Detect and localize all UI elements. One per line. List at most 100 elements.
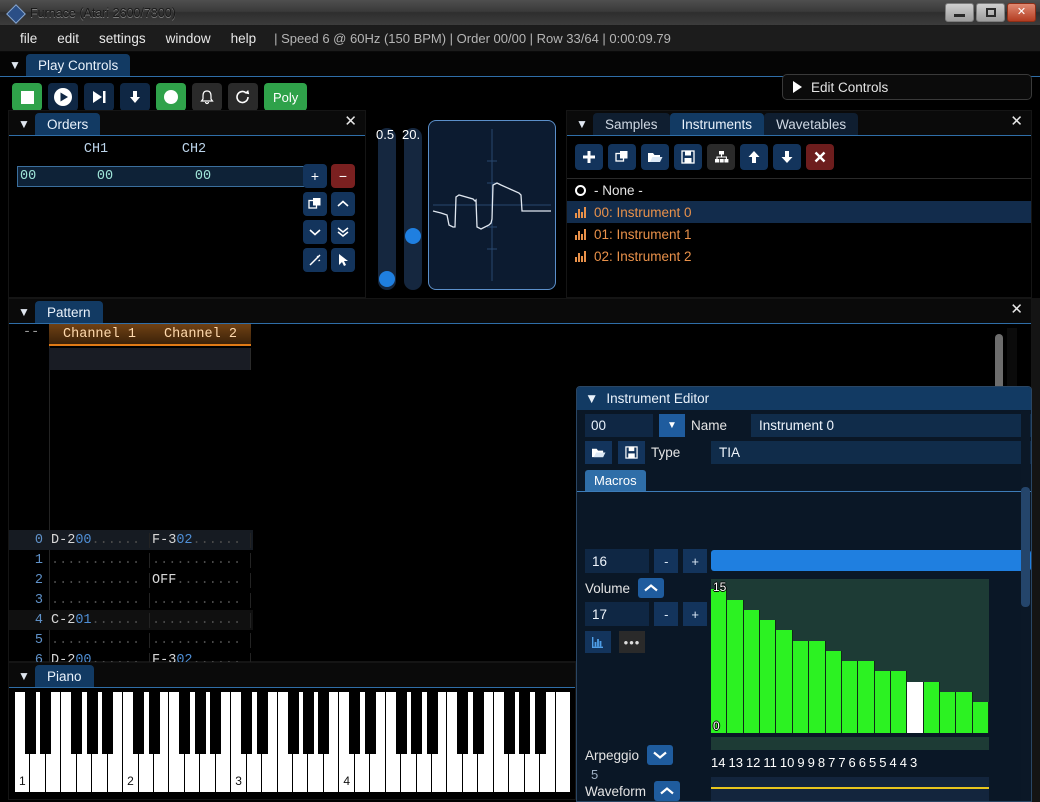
play-from-cursor-button[interactable]: [84, 83, 114, 111]
table-row[interactable]: 6 D-200...... F-302......: [9, 650, 253, 662]
volume-macro-chart[interactable]: 15 0: [711, 579, 990, 733]
macro-bar[interactable]: [841, 661, 859, 733]
stop-button[interactable]: [12, 83, 42, 111]
pattern-cell-ch1[interactable]: ...........: [49, 592, 150, 608]
open-instrument-button[interactable]: [585, 441, 612, 464]
pattern-cell-ch1[interactable]: D-200......: [49, 532, 150, 548]
instrument-type-value[interactable]: TIA: [711, 441, 1031, 464]
macro-bar[interactable]: [760, 620, 777, 733]
macro-bar[interactable]: [792, 640, 810, 733]
piano-black-key[interactable]: [179, 692, 191, 754]
list-item[interactable]: 01: Instrument 1: [567, 223, 1031, 245]
instrument-index-value[interactable]: 00: [585, 414, 653, 437]
piano-black-key[interactable]: [241, 692, 253, 754]
slider-knob[interactable]: [379, 271, 395, 287]
piano-black-key[interactable]: [86, 692, 98, 754]
piano-keyboard[interactable]: 1 2 3 4: [15, 692, 571, 792]
piano-black-key[interactable]: [210, 692, 222, 754]
step-one-row-button[interactable]: [120, 83, 150, 111]
piano-black-key[interactable]: [318, 692, 330, 754]
chevron-up-icon[interactable]: [638, 578, 665, 598]
add-order-button[interactable]: +: [303, 164, 327, 188]
select-order-button[interactable]: [331, 248, 355, 272]
oscilloscope-display[interactable]: [428, 120, 556, 290]
macro-bar[interactable]: [956, 691, 973, 733]
save-instrument-button[interactable]: [674, 144, 702, 170]
piano-black-key[interactable]: [256, 692, 268, 754]
menu-settings[interactable]: settings: [89, 28, 156, 49]
play-button[interactable]: [48, 83, 78, 111]
maximize-button[interactable]: [976, 3, 1005, 22]
pattern-cell-ch1[interactable]: C-201......: [49, 612, 150, 628]
add-instrument-button[interactable]: [575, 144, 603, 170]
menu-help[interactable]: help: [221, 28, 267, 49]
window-scrollbar[interactable]: [1032, 298, 1040, 802]
piano-black-key[interactable]: [472, 692, 484, 754]
move-instrument-down-button[interactable]: [773, 144, 801, 170]
collapse-icon[interactable]: ▼: [13, 665, 35, 687]
piano-black-key[interactable]: [411, 692, 423, 754]
collapse-icon[interactable]: ▼: [571, 113, 593, 135]
close-pattern-button[interactable]: ✕: [1010, 302, 1023, 318]
pattern-cell-ch1[interactable]: ...........: [49, 632, 150, 648]
collapse-icon[interactable]: ▼: [585, 391, 598, 406]
macro-bar[interactable]: [890, 671, 908, 733]
table-row[interactable]: 4 C-201...... ...........: [9, 610, 253, 630]
minimize-button[interactable]: [945, 3, 974, 22]
edit-controls-collapsed-panel[interactable]: Edit Controls: [782, 74, 1032, 100]
open-instrument-button[interactable]: [641, 144, 669, 170]
macro-bar[interactable]: [711, 589, 728, 733]
volume-slider-right[interactable]: 20.: [402, 127, 422, 290]
piano-black-key[interactable]: [534, 692, 546, 754]
collapse-icon[interactable]: ▼: [13, 301, 35, 323]
close-orders-button[interactable]: ✕: [344, 114, 357, 130]
change-order-button[interactable]: [303, 248, 327, 272]
piano-black-key[interactable]: [519, 692, 531, 754]
chevron-up-icon[interactable]: [654, 781, 681, 801]
close-window-button[interactable]: ✕: [1007, 3, 1036, 22]
piano-black-key[interactable]: [364, 692, 376, 754]
piano-black-key[interactable]: [302, 692, 314, 754]
macro-rows-decrement-button[interactable]: -: [654, 602, 679, 626]
table-row[interactable]: 3 ........... ...........: [9, 590, 253, 610]
macro-bar[interactable]: [776, 630, 793, 733]
macro-bar[interactable]: [727, 599, 744, 733]
piano-black-key[interactable]: [457, 692, 469, 754]
deep-clone-order-button[interactable]: [331, 220, 355, 244]
volume-slider-left[interactable]: 0.5: [376, 127, 396, 290]
channel-header-1[interactable]: Channel 1: [49, 324, 150, 346]
menu-window[interactable]: window: [156, 28, 221, 49]
metronome-button[interactable]: [192, 83, 222, 111]
instrument-name-input[interactable]: Instrument 0: [751, 414, 1031, 437]
poly-mono-button[interactable]: Poly: [264, 83, 308, 111]
instrument-editor-scrollbar-thumb[interactable]: [1021, 487, 1030, 607]
piano-black-key[interactable]: [148, 692, 160, 754]
macro-bar[interactable]: [907, 681, 924, 733]
pattern-cell-ch2[interactable]: ...........: [150, 612, 251, 628]
pattern-cell-ch2[interactable]: ...........: [150, 632, 251, 648]
chevron-down-icon[interactable]: [647, 745, 674, 765]
move-order-down-button[interactable]: [303, 220, 327, 244]
tab-macros[interactable]: Macros: [585, 470, 646, 491]
macro-bar[interactable]: [940, 691, 957, 733]
macro-length-decrement-button[interactable]: -: [654, 549, 679, 573]
piano-black-key[interactable]: [426, 692, 438, 754]
collapse-icon[interactable]: ▼: [13, 113, 35, 135]
piano-black-key[interactable]: [71, 692, 83, 754]
table-row[interactable]: 1 ........... ...........: [9, 550, 253, 570]
orders-row[interactable]: 00 00 00: [17, 166, 305, 187]
piano-black-key[interactable]: [102, 692, 114, 754]
remove-order-button[interactable]: −: [331, 164, 355, 188]
piano-black-key[interactable]: [503, 692, 515, 754]
bar-view-button[interactable]: [585, 631, 611, 653]
tab-play-controls[interactable]: Play Controls: [26, 54, 131, 76]
macro-bar[interactable]: [809, 640, 826, 733]
tab-instruments[interactable]: Instruments: [669, 113, 765, 135]
menu-edit[interactable]: edit: [47, 28, 89, 49]
list-item[interactable]: 02: Instrument 2: [567, 245, 1031, 267]
macro-bar[interactable]: [923, 681, 941, 733]
list-item[interactable]: - None -: [567, 179, 1031, 201]
macro-bar[interactable]: [874, 671, 891, 733]
pattern-cell-ch1[interactable]: ...........: [49, 552, 150, 568]
slider-knob[interactable]: [405, 228, 421, 244]
